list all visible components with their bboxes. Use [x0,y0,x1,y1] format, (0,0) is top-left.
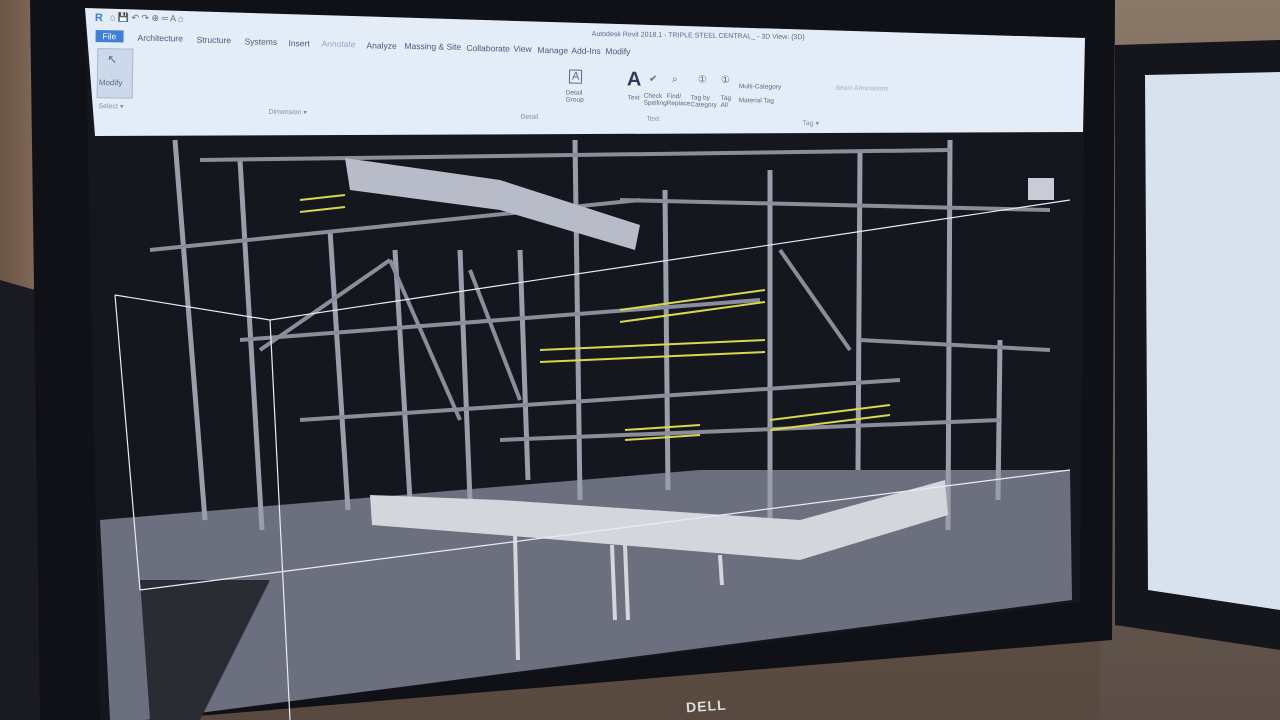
tab-modify[interactable]: Modify [605,46,630,56]
tag-all-button[interactable]: Tag All [721,95,735,109]
tag-panel-label[interactable]: Tag ▾ [802,119,819,127]
tab-manage[interactable]: Manage [537,45,568,55]
tab-structure[interactable]: Structure [196,35,231,46]
check-spelling-icon: ✔ [648,73,658,85]
tab-view[interactable]: View [513,44,531,54]
viewcube[interactable] [1028,178,1054,200]
tag-by-category-icon: ① [697,74,708,86]
detail-group-icon: A [568,69,583,84]
tab-collaborate[interactable]: Collaborate [466,43,510,54]
modify-label: Modify [98,78,123,88]
tab-systems[interactable]: Systems [244,36,277,47]
tab-massing-site[interactable]: Massing & Site [404,41,461,52]
text-panel-label: Text [646,115,660,123]
find-replace-icon: ⌕ [671,74,678,86]
revit-logo-icon[interactable]: R [95,12,103,24]
text-tool-icon: A [626,68,642,91]
tab-analyze[interactable]: Analyze [366,40,396,50]
tab-annotate[interactable]: Annotate [321,39,355,50]
material-tag-button[interactable]: Material Tag [739,97,774,105]
tab-add-ins[interactable]: Add-Ins [571,46,600,56]
tag-all-icon: ① [720,74,731,87]
tab-insert[interactable]: Insert [288,38,309,48]
find-replace-button[interactable]: Find/ Replace [667,93,691,107]
check-spelling-button[interactable]: Check Spelling [644,93,667,107]
detail-panel-label: Detail [520,113,539,122]
select-dropdown[interactable]: Select ▾ [98,102,123,110]
dimension-panel-label[interactable]: Dimension ▾ [268,108,307,117]
revit-ribbon: R ⌂ 💾 ↶ ↷ ⊕ ═ A ⌂ Autodesk Revit 2018.1 … [90,10,1082,151]
multi-category-button[interactable]: Multi-Category [739,83,781,91]
quick-access-toolbar[interactable]: ⌂ 💾 ↶ ↷ ⊕ ═ A ⌂ [110,12,184,24]
dell-logo: DELL [685,696,728,716]
tag-by-category-button[interactable]: Tag by Category [691,94,717,108]
cursor-arrow-icon: ↖ [107,52,118,67]
text-button[interactable]: Text [628,94,640,101]
beam-annotations-button[interactable]: Beam Annotations [836,85,889,93]
window-title: Autodesk Revit 2018.1 - TRIPLE STEEL CEN… [591,30,805,42]
right-monitor-screen [1145,72,1280,610]
detail-group-button[interactable]: Detail Group [566,89,588,103]
tab-architecture[interactable]: Architecture [137,33,183,44]
tab-file[interactable]: File [95,30,124,43]
